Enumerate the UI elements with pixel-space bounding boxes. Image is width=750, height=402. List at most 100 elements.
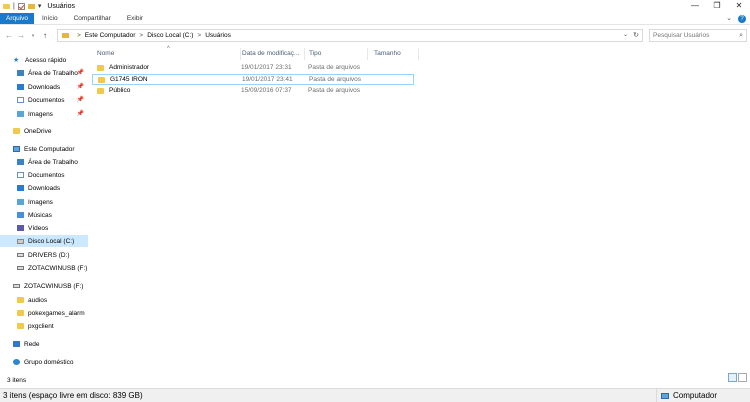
table-row[interactable]: Público 15/09/2016 07:37 Pasta de arquiv… [92, 86, 414, 97]
sidebar-item-documentos[interactable]: Documentos 📌 [0, 94, 88, 106]
expand-ribbon-icon[interactable]: ⌄ [726, 13, 732, 25]
breadcrumb-este-computador[interactable]: Este Computador [85, 32, 136, 39]
network-icon [13, 341, 20, 347]
sidebar-item-label: Vídeos [28, 224, 49, 232]
sidebar-item-musicas[interactable]: Músicas [0, 209, 88, 221]
address-dropdown-icon[interactable]: ⌄ [623, 31, 628, 38]
sidebar-item-label: Grupo doméstico [24, 358, 74, 366]
sidebar-item-label: DRIVERS (D:) [28, 251, 70, 259]
sidebar-item-onedrive[interactable]: OneDrive [0, 125, 88, 137]
large-icons-view-icon[interactable] [738, 373, 747, 382]
disk-icon [17, 238, 24, 244]
pin-icon: 📌 [76, 111, 84, 117]
sidebar-item-label: Área de Trabalho [28, 158, 78, 166]
sidebar-item-label: pxgclient [28, 322, 54, 330]
folder-icon [13, 128, 20, 134]
tab-compartilhar[interactable]: Compartilhar [66, 13, 119, 24]
column-header-tipo[interactable]: Tipo [304, 48, 368, 60]
sidebar-item-label: Este Computador [24, 145, 75, 153]
pin-icon: 📌 [76, 70, 84, 76]
file-type: Pasta de arquivos [308, 87, 361, 94]
breadcrumb-usuarios[interactable]: Usuários [205, 32, 231, 39]
file-name: Público [109, 87, 131, 94]
star-icon: ★ [13, 56, 20, 64]
sidebar-item-label: Disco Local (C:) [28, 237, 75, 245]
computer-icon [13, 146, 20, 152]
refresh-icon[interactable]: ↻ [633, 31, 639, 39]
pictures-icon [17, 111, 24, 117]
ribbon-help-area: ⌄ ? [726, 13, 746, 25]
sidebar-item-imagens-pc[interactable]: Imagens [0, 196, 88, 208]
sidebar-item-label: Imagens [28, 198, 53, 206]
column-header-tamanho[interactable]: Tamanho [369, 48, 419, 60]
tab-inicio[interactable]: Início [34, 13, 66, 24]
column-header-nome[interactable]: Nome [92, 48, 241, 60]
desktop-icon [17, 70, 24, 76]
folder-icon [17, 323, 24, 329]
search-input[interactable]: Pesquisar Usuários ⌕ [649, 29, 747, 42]
back-button[interactable]: ← [3, 31, 15, 40]
sidebar-item-grupo-domestico[interactable]: Grupo doméstico [0, 356, 88, 368]
breadcrumb-disco-local[interactable]: Disco Local (C:) [147, 32, 193, 39]
separator: | [13, 2, 15, 10]
tab-exibir[interactable]: Exibir [119, 13, 151, 24]
properties-icon[interactable] [17, 2, 25, 10]
recent-locations-icon[interactable]: ▾ [27, 33, 39, 39]
column-header-data[interactable]: Data de modificaç... [237, 48, 305, 60]
sidebar-item-downloads[interactable]: Downloads 📌 [0, 81, 88, 93]
file-list: ^ Nome Data de modificaç... Tipo Tamanho… [92, 46, 750, 372]
file-date: 15/09/2016 07:37 [241, 87, 292, 94]
new-folder-icon[interactable] [27, 3, 35, 9]
search-placeholder: Pesquisar Usuários [653, 32, 710, 39]
sidebar-item-este-computador[interactable]: Este Computador [0, 143, 88, 155]
minimize-button[interactable]: — [684, 0, 706, 12]
tab-arquivo[interactable]: Arquivo [0, 13, 35, 24]
sidebar-item-zotacwinusb[interactable]: ZOTACWINUSB (F:) [0, 262, 88, 274]
sidebar-item-area-de-trabalho-pc[interactable]: Área de Trabalho [0, 156, 88, 168]
folder-icon [62, 33, 69, 38]
address-bar[interactable]: > Este Computador > Disco Local (C:) > U… [57, 29, 643, 42]
details-view-icon[interactable] [728, 373, 737, 382]
sidebar-item-disco-local[interactable]: Disco Local (C:) [0, 235, 88, 247]
file-type: Pasta de arquivos [308, 64, 361, 71]
file-date: 19/01/2017 23:31 [241, 64, 292, 71]
close-button[interactable]: ✕ [728, 0, 750, 12]
music-icon [17, 212, 24, 218]
sidebar-item-zotacwinusb-root[interactable]: ZOTACWINUSB (F:) [0, 280, 88, 292]
title-bar: | ▾ Usuários — ❐ ✕ [0, 0, 750, 12]
sidebar-item-area-de-trabalho[interactable]: Área de Trabalho 📌 [0, 67, 88, 79]
sidebar-item-downloads-pc[interactable]: Downloads [0, 182, 88, 194]
customize-toolbar-icon[interactable]: ▾ [38, 2, 42, 10]
window-title: Usuários [47, 2, 75, 10]
sidebar-item-label: audios [28, 296, 48, 304]
help-icon[interactable]: ? [738, 15, 746, 23]
up-button[interactable]: ↑ [39, 31, 51, 40]
sidebar-item-acesso-rapido[interactable]: ★ Acesso rápido [0, 54, 88, 66]
usb-icon [17, 266, 24, 270]
sidebar-item-label: Documentos [28, 96, 65, 104]
video-icon [17, 225, 24, 231]
pin-icon: 📌 [76, 97, 84, 103]
table-row[interactable]: G1745 IRON 19/01/2017 23:41 Pasta de arq… [92, 74, 414, 85]
sidebar-item-imagens[interactable]: Imagens 📌 [0, 108, 88, 120]
sidebar-item-label: Imagens [28, 110, 53, 118]
usb-icon [13, 284, 20, 288]
table-row[interactable]: Administrador 19/01/2017 23:31 Pasta de … [92, 63, 414, 74]
file-date: 19/01/2017 23:41 [242, 76, 293, 83]
folder-icon [17, 297, 24, 303]
sidebar-item-audios[interactable]: audios [0, 294, 88, 306]
view-toggle [728, 373, 747, 382]
sidebar-item-videos[interactable]: Vídeos [0, 222, 88, 234]
sidebar-item-pokexgames[interactable]: pokexgames_alarm [0, 307, 88, 319]
forward-button[interactable]: → [15, 31, 27, 40]
file-type: Pasta de arquivos [309, 76, 362, 83]
sidebar-item-pxgclient[interactable]: pxgclient [0, 320, 88, 332]
file-name: Administrador [109, 64, 150, 71]
sidebar-item-rede[interactable]: Rede [0, 338, 88, 350]
quick-access-toolbar: | ▾ [0, 0, 41, 12]
maximize-button[interactable]: ❐ [706, 0, 728, 12]
sidebar-item-drivers[interactable]: DRIVERS (D:) [0, 249, 88, 261]
sidebar-item-label: ZOTACWINUSB (F:) [24, 282, 84, 290]
sidebar-item-documentos-pc[interactable]: Documentos [0, 169, 88, 181]
breadcrumb-separator: > [77, 32, 81, 39]
